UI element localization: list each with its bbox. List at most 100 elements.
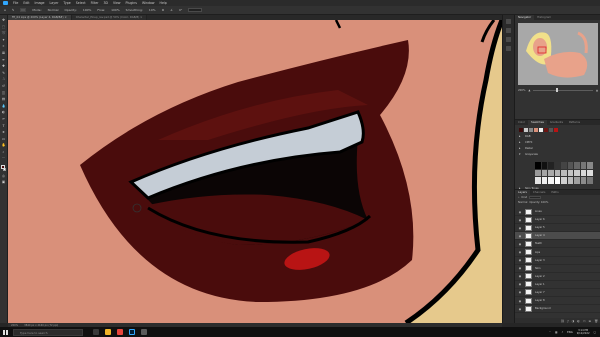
- brushes-panel-icon[interactable]: [506, 46, 511, 51]
- app-icon[interactable]: [141, 329, 147, 335]
- language-indicator[interactable]: ENG: [567, 331, 573, 334]
- photoshop-logo-icon[interactable]: [3, 1, 8, 5]
- eye-icon[interactable]: ◉: [518, 210, 522, 214]
- adjustments-panel-icon[interactable]: [506, 37, 511, 42]
- smoothing-value[interactable]: 10%: [149, 8, 156, 12]
- new-layer-icon[interactable]: ⊞: [589, 319, 592, 323]
- move-tool-icon[interactable]: ✥: [2, 18, 6, 22]
- swatch-group[interactable]: ▸ Pastel: [515, 146, 600, 150]
- quick-mask-icon[interactable]: ◎: [2, 174, 6, 178]
- swatch-group[interactable]: ▾ Grayscale: [515, 152, 600, 156]
- swatch[interactable]: [519, 128, 523, 132]
- tab-navigator[interactable]: Navigator: [515, 15, 535, 20]
- settings-gear-icon[interactable]: ⚙: [162, 8, 165, 12]
- swatch[interactable]: [544, 128, 548, 132]
- tab-gradients[interactable]: Gradients: [547, 120, 566, 125]
- quick-select-icon[interactable]: ✦: [2, 38, 6, 42]
- type-tool-icon[interactable]: T: [2, 124, 6, 128]
- eyedropper-icon[interactable]: ✒: [2, 58, 6, 62]
- home-icon[interactable]: ⌂: [4, 8, 6, 12]
- menu-file[interactable]: File: [13, 1, 18, 5]
- tab-channels[interactable]: Channels: [530, 190, 548, 195]
- eye-icon[interactable]: ◉: [518, 218, 522, 222]
- pen-tool-icon[interactable]: ✑: [2, 117, 6, 121]
- layer-row[interactable]: ◉ Skin: [515, 265, 600, 273]
- zoom-out-icon[interactable]: ▲: [528, 89, 530, 92]
- history-panel-icon[interactable]: [506, 19, 511, 24]
- tab-paths[interactable]: Paths: [548, 190, 561, 195]
- menu-select[interactable]: Select: [76, 1, 86, 5]
- layer-row[interactable]: ◉ Lines: [515, 208, 600, 217]
- tab-layers[interactable]: Layers: [515, 190, 530, 195]
- mode-select[interactable]: Normal: [48, 8, 59, 12]
- more-tools-icon[interactable]: ⋯: [2, 156, 6, 160]
- layer-row[interactable]: ◉ Layer 1: [515, 281, 600, 289]
- crop-tool-icon[interactable]: ⌗: [2, 44, 6, 48]
- zoom-slider-knob[interactable]: [556, 88, 559, 92]
- eye-icon[interactable]: ◉: [518, 282, 522, 286]
- eye-icon[interactable]: ◉: [518, 266, 522, 270]
- eye-icon[interactable]: ◉: [518, 290, 522, 294]
- document-canvas[interactable]: [8, 20, 502, 323]
- swatch-group[interactable]: ▸ RGB: [515, 134, 600, 138]
- properties-panel-icon[interactable]: [506, 28, 511, 33]
- layer-row[interactable]: ◉ Background: [515, 305, 600, 314]
- layer-row[interactable]: ◉ Layer 3: [515, 257, 600, 265]
- swatch[interactable]: [534, 128, 538, 132]
- taskbar-search-input[interactable]: Type here to search: [13, 328, 83, 336]
- kind-label[interactable]: Kind: [521, 196, 527, 199]
- shape-tool-icon[interactable]: ▭: [2, 137, 6, 141]
- clock[interactable]: 3:14 PM 9/12/2022: [577, 329, 590, 335]
- trash-icon[interactable]: 🗑: [594, 319, 598, 323]
- menu-filter[interactable]: Filter: [91, 1, 99, 5]
- foreground-color-swatch[interactable]: [1, 165, 5, 169]
- mask-icon[interactable]: ◑: [572, 319, 575, 323]
- tab-color[interactable]: Color: [515, 120, 528, 125]
- zoom-value[interactable]: 200%: [518, 89, 525, 92]
- healing-brush-icon[interactable]: ✚: [2, 64, 6, 68]
- path-select-icon[interactable]: ➤: [2, 130, 6, 134]
- gradient-tool-icon[interactable]: ▤: [2, 97, 6, 101]
- task-view-icon[interactable]: [93, 329, 99, 335]
- fx-icon[interactable]: ƒ: [568, 319, 569, 323]
- windows-start-icon[interactable]: [3, 329, 8, 335]
- photoshop-taskbar-icon[interactable]: [129, 329, 135, 335]
- tab-patterns[interactable]: Patterns: [566, 120, 583, 125]
- menu-window[interactable]: Window: [142, 1, 155, 5]
- swatch-group[interactable]: ▸ CMYK: [515, 140, 600, 144]
- layer-row-selected[interactable]: ◉ Layer 4: [515, 232, 600, 241]
- clone-stamp-icon[interactable]: ⎍: [2, 77, 6, 81]
- swatch[interactable]: [549, 128, 553, 132]
- brush-tool-icon[interactable]: ✎: [2, 71, 6, 75]
- brush-preset-picker[interactable]: [20, 8, 27, 12]
- layer-opacity[interactable]: Opacity: 100%: [529, 201, 548, 204]
- swatch[interactable]: [529, 128, 533, 132]
- swatch[interactable]: [554, 128, 558, 132]
- menu-type[interactable]: Type: [63, 1, 70, 5]
- link-icon[interactable]: ⛓: [561, 319, 565, 323]
- foreground-background-colors[interactable]: [1, 165, 6, 172]
- marquee-tool-icon[interactable]: ⬚: [2, 25, 6, 29]
- zoom-tool-icon[interactable]: ⌕: [2, 150, 6, 154]
- adjustment-icon[interactable]: ◐: [577, 319, 580, 323]
- hand-tool-icon[interactable]: ✋: [2, 143, 6, 147]
- eye-icon[interactable]: ◉: [518, 242, 522, 246]
- menu-image[interactable]: Image: [35, 1, 45, 5]
- notifications-icon[interactable]: ▢: [594, 331, 596, 334]
- layer-row[interactable]: ◉ Teeth: [515, 240, 600, 249]
- zoom-slider[interactable]: [533, 88, 593, 92]
- pressure-field[interactable]: [188, 8, 203, 12]
- blur-tool-icon[interactable]: 💧: [2, 104, 6, 108]
- layer-row[interactable]: ◉ Layer 2: [515, 273, 600, 281]
- dodge-tool-icon[interactable]: ◐: [2, 110, 6, 114]
- brush-tool-icon[interactable]: ✎: [12, 8, 15, 12]
- navigator-thumbnail[interactable]: [518, 23, 598, 85]
- menu-view[interactable]: View: [113, 1, 121, 5]
- eye-icon[interactable]: ◉: [518, 250, 522, 254]
- tab-swatches[interactable]: Swatches: [528, 120, 547, 125]
- menu-edit[interactable]: Edit: [23, 1, 29, 5]
- eye-icon[interactable]: ◉: [518, 258, 522, 262]
- eye-icon[interactable]: ◉: [518, 234, 522, 238]
- group-folder-icon[interactable]: ▭: [583, 319, 586, 323]
- layer-row[interactable]: ◉ Layer 7: [515, 289, 600, 298]
